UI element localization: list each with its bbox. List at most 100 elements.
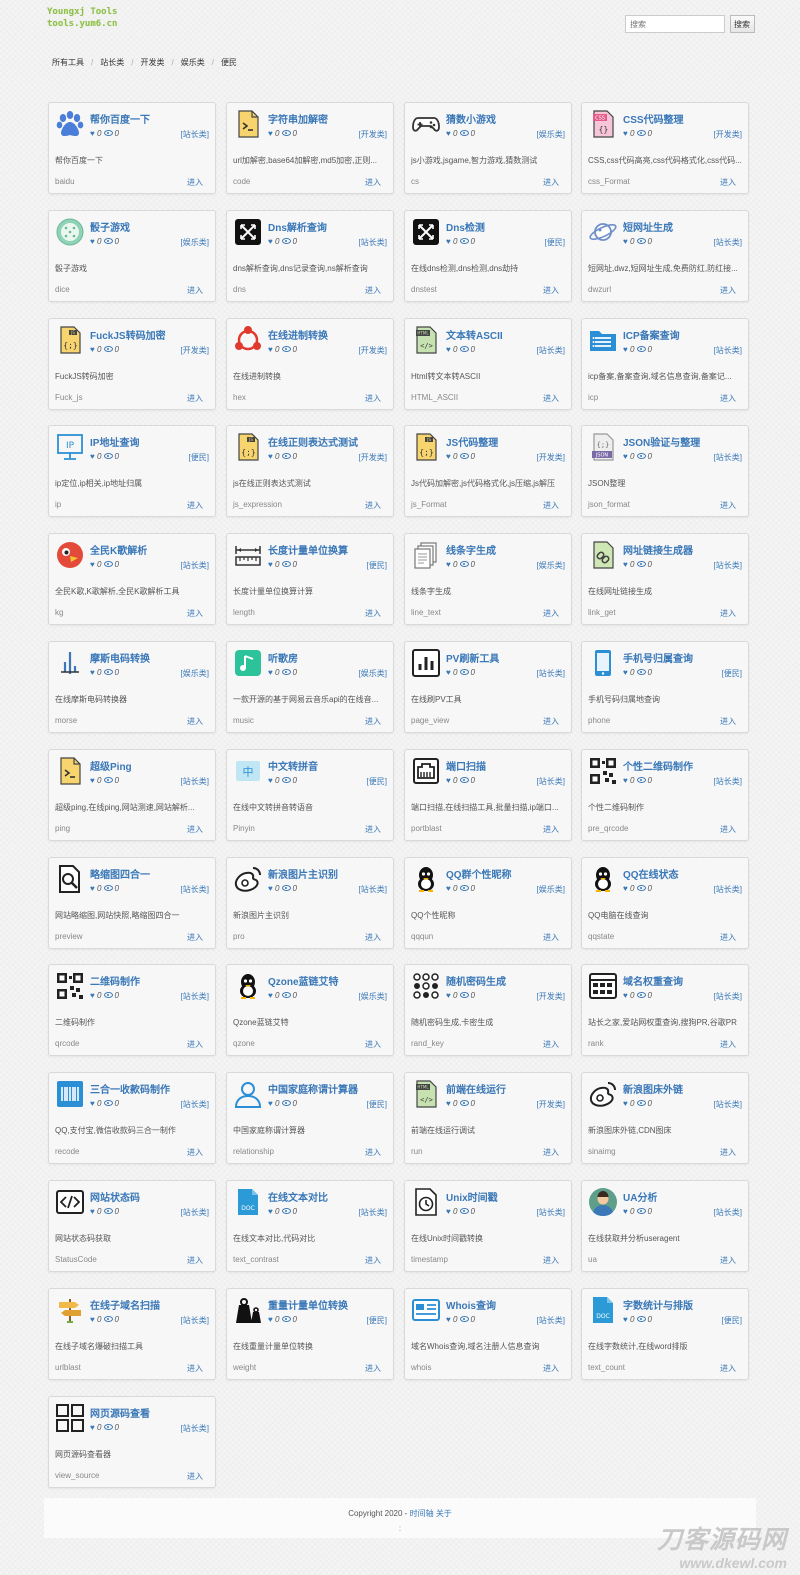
heart-icon[interactable]: ♥: [268, 1315, 273, 1324]
tool-category[interactable]: [娱乐类]: [359, 991, 387, 1002]
enter-link[interactable]: 进入: [187, 1147, 203, 1158]
tool-category[interactable]: [站长类]: [181, 776, 209, 787]
heart-icon[interactable]: ♥: [623, 991, 628, 1000]
tool-category[interactable]: [便民]: [722, 1315, 742, 1326]
tool-title[interactable]: UA分析: [623, 1189, 657, 1204]
tool-card-preview[interactable]: 略缩图四合一 ♥ 0 0 [站长类] 网站略缩图,网站快照,略缩图四合一 preview 进…: [48, 857, 216, 949]
tool-category[interactable]: [站长类]: [181, 1423, 209, 1434]
tool-card-ip[interactable]: IP IP地址查询 ♥ 0 0 [便民] ip定位,ip相关,ip地址归属 ip 进入: [48, 425, 216, 517]
tool-title[interactable]: 随机密码生成: [446, 973, 506, 988]
enter-link[interactable]: 进入: [365, 824, 381, 835]
tool-category[interactable]: [站长类]: [714, 776, 742, 787]
heart-icon[interactable]: ♥: [90, 237, 95, 246]
tool-card-pinyin[interactable]: 中 中文转拼音 ♥ 0 0 [便民] 在线中文转拼音转语音 Pinyin 进入: [226, 749, 394, 841]
enter-link[interactable]: 进入: [543, 393, 559, 404]
enter-link[interactable]: 进入: [543, 716, 559, 727]
enter-link[interactable]: 进入: [543, 500, 559, 511]
search-input[interactable]: [625, 15, 725, 33]
tool-card-run[interactable]: HTML </> 前端在线运行 ♥ 0 0 [开发类] 前端在线运行调试 run 进入: [404, 1072, 572, 1164]
tool-title[interactable]: Whois查询: [446, 1297, 496, 1312]
heart-icon[interactable]: ♥: [90, 560, 95, 569]
enter-link[interactable]: 进入: [720, 500, 736, 511]
tool-title[interactable]: Qzone蓝链艾特: [268, 973, 339, 988]
tool-card-rank[interactable]: 域名权重查询 ♥ 0 0 [站长类] 站长之家,爱站网权重查询,搜狗PR,谷歌PR ran…: [581, 964, 749, 1056]
tool-category[interactable]: [便民]: [367, 560, 387, 571]
heart-icon[interactable]: ♥: [446, 237, 451, 246]
heart-icon[interactable]: ♥: [268, 884, 273, 893]
tool-title[interactable]: ICP备案查询: [623, 327, 680, 342]
enter-link[interactable]: 进入: [187, 1255, 203, 1266]
tool-card-dns[interactable]: Dns解析查询 ♥ 0 0 [站长类] dns解析查询,dns记录查询,ns解析查询 dn…: [226, 210, 394, 302]
tool-title[interactable]: 略缩图四合一: [90, 866, 150, 881]
enter-link[interactable]: 进入: [543, 1147, 559, 1158]
heart-icon[interactable]: ♥: [623, 129, 628, 138]
enter-link[interactable]: 进入: [720, 824, 736, 835]
tool-category[interactable]: [站长类]: [714, 345, 742, 356]
tool-title[interactable]: 网页源码查看: [90, 1405, 150, 1420]
tool-card-baidu[interactable]: 帮你百度一下 ♥ 0 0 [站长类] 帮你百度一下 baidu 进入: [48, 102, 216, 194]
tool-card-line-text[interactable]: 线条字生成 ♥ 0 0 [娱乐类] 线条字生成 line_text 进入: [404, 533, 572, 625]
tool-title[interactable]: Dns检测: [446, 219, 485, 234]
tool-category[interactable]: [站长类]: [181, 884, 209, 895]
tool-title[interactable]: 帮你百度一下: [90, 111, 150, 126]
tool-category[interactable]: [站长类]: [359, 884, 387, 895]
heart-icon[interactable]: ♥: [446, 560, 451, 569]
tool-category[interactable]: [站长类]: [537, 668, 565, 679]
tool-title[interactable]: 三合一收款码制作: [90, 1081, 170, 1096]
tool-category[interactable]: [娱乐类]: [359, 668, 387, 679]
tool-title[interactable]: 线条字生成: [446, 542, 496, 557]
enter-link[interactable]: 进入: [365, 932, 381, 943]
tool-category[interactable]: [便民]: [367, 1315, 387, 1326]
heart-icon[interactable]: ♥: [268, 1099, 273, 1108]
heart-icon[interactable]: ♥: [623, 1315, 628, 1324]
tool-card-rand-key[interactable]: 随机密码生成 ♥ 0 0 [开发类] 随机密码生成,卡密生成 rand_key 进入: [404, 964, 572, 1056]
enter-link[interactable]: 进入: [720, 177, 736, 188]
footer-link-about[interactable]: 关于: [436, 1509, 452, 1518]
heart-icon[interactable]: ♥: [446, 1315, 451, 1324]
heart-icon[interactable]: ♥: [90, 991, 95, 1000]
enter-link[interactable]: 进入: [720, 1039, 736, 1050]
tool-title[interactable]: IP地址查询: [90, 434, 139, 449]
tool-card-cs[interactable]: 猜数小游戏 ♥ 0 0 [娱乐类] js小游戏,jsgame,智力游戏,猜数测试 cs 进入: [404, 102, 572, 194]
tool-category[interactable]: [开发类]: [537, 452, 565, 463]
enter-link[interactable]: 进入: [187, 608, 203, 619]
tool-card-text-count[interactable]: DOC 字数统计与排版 ♥ 0 0 [便民] 在线字数统计,在线word排版 text_co…: [581, 1288, 749, 1380]
tool-card-length[interactable]: 长度计量单位换算 ♥ 0 0 [便民] 长度计量单位换算计算 length 进入: [226, 533, 394, 625]
tool-category[interactable]: [站长类]: [181, 1099, 209, 1110]
enter-link[interactable]: 进入: [543, 932, 559, 943]
tool-category[interactable]: [开发类]: [181, 345, 209, 356]
tool-card-css-format[interactable]: CSS {} CSS代码整理 ♥ 0 0 [开发类] CSS,css代码高亮,css代码格式…: [581, 102, 749, 194]
enter-link[interactable]: 进入: [187, 393, 203, 404]
tool-category[interactable]: [便民]: [545, 237, 565, 248]
tool-title[interactable]: 网址链接生成器: [623, 542, 693, 557]
enter-link[interactable]: 进入: [720, 285, 736, 296]
heart-icon[interactable]: ♥: [90, 1207, 95, 1216]
tool-category[interactable]: [站长类]: [714, 237, 742, 248]
enter-link[interactable]: 进入: [543, 177, 559, 188]
enter-link[interactable]: 进入: [543, 1363, 559, 1374]
tool-category[interactable]: [娱乐类]: [537, 884, 565, 895]
tool-title[interactable]: 前端在线运行: [446, 1081, 506, 1096]
enter-link[interactable]: 进入: [187, 716, 203, 727]
tool-title[interactable]: 在线正则表达式测试: [268, 434, 358, 449]
heart-icon[interactable]: ♥: [623, 884, 628, 893]
heart-icon[interactable]: ♥: [90, 668, 95, 677]
heart-icon[interactable]: ♥: [623, 668, 628, 677]
heart-icon[interactable]: ♥: [90, 452, 95, 461]
tool-title[interactable]: 个性二维码制作: [623, 758, 693, 773]
tool-card-statuscode[interactable]: 网站状态码 ♥ 0 0 [站长类] 网站状态码获取 StatusCode 进入: [48, 1180, 216, 1272]
tool-category[interactable]: [娱乐类]: [181, 668, 209, 679]
enter-link[interactable]: 进入: [365, 393, 381, 404]
heart-icon[interactable]: ♥: [446, 1207, 451, 1216]
tool-title[interactable]: JS代码整理: [446, 434, 498, 449]
enter-link[interactable]: 进入: [720, 716, 736, 727]
tool-card-kg[interactable]: 全民K歌解析 ♥ 0 0 [站长类] 全民K歌,K歌解析,全民K歌解析工具 kg 进入: [48, 533, 216, 625]
tool-category[interactable]: [开发类]: [714, 129, 742, 140]
heart-icon[interactable]: ♥: [268, 452, 273, 461]
tool-category[interactable]: [开发类]: [359, 345, 387, 356]
enter-link[interactable]: 进入: [187, 1039, 203, 1050]
heart-icon[interactable]: ♥: [446, 129, 451, 138]
heart-icon[interactable]: ♥: [90, 345, 95, 354]
enter-link[interactable]: 进入: [187, 1363, 203, 1374]
heart-icon[interactable]: ♥: [446, 668, 451, 677]
